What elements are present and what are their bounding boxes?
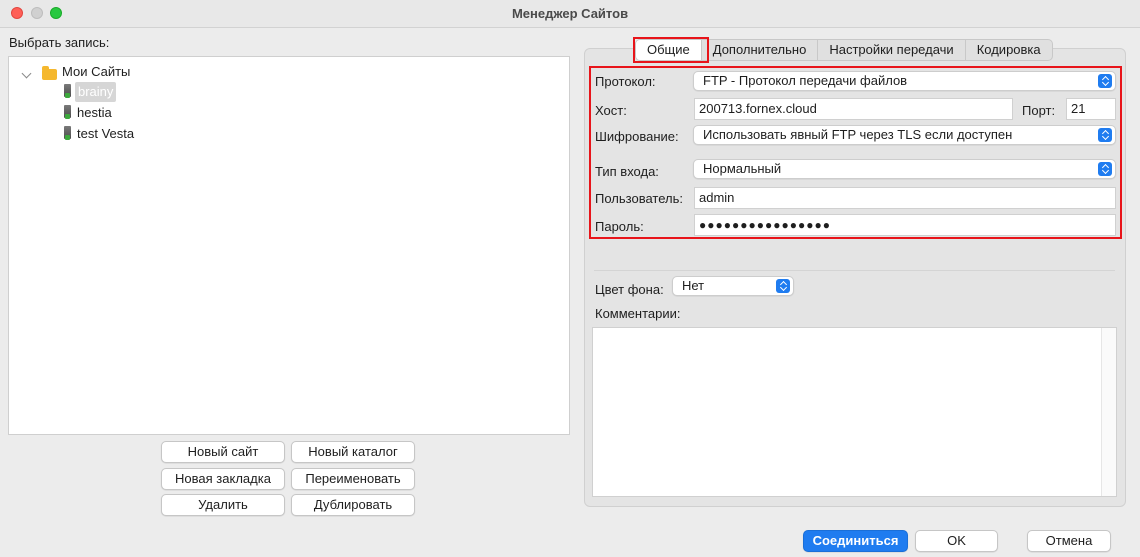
ok-button[interactable]: OK	[915, 530, 998, 552]
new-folder-button[interactable]: Новый каталог	[291, 441, 415, 463]
tree-item-label: hestia	[77, 105, 112, 120]
connect-button[interactable]: Соединиться	[803, 530, 908, 552]
minimize-window-button[interactable]	[31, 7, 43, 19]
tree-root-my-sites[interactable]: Мои Сайты	[9, 62, 569, 82]
server-icon	[64, 84, 71, 98]
divider	[594, 270, 1115, 271]
tree-item-label: test Vesta	[77, 126, 135, 141]
window-title: Менеджер Сайтов	[511, 6, 629, 21]
select-entry-label: Выбрать запись:	[9, 35, 110, 50]
comments-textarea[interactable]	[592, 327, 1117, 497]
server-icon	[64, 105, 71, 119]
tab-advanced[interactable]: Дополнительно	[702, 40, 819, 60]
background-color-label: Цвет фона:	[595, 282, 664, 297]
zoom-window-button[interactable]	[50, 7, 62, 19]
window-titlebar: Менеджер Сайтов	[0, 0, 1140, 28]
tree-item-test-vesta[interactable]: test Vesta	[9, 124, 569, 144]
chevron-down-icon[interactable]	[21, 68, 32, 79]
folder-icon	[42, 66, 57, 80]
server-icon	[64, 126, 71, 140]
tree-root-label: Мои Сайты	[62, 64, 131, 79]
highlight-box-tab	[633, 37, 709, 63]
tab-charset[interactable]: Кодировка	[966, 40, 1052, 60]
duplicate-button[interactable]: Дублировать	[291, 494, 415, 516]
background-color-value: Нет	[682, 278, 705, 293]
rename-button[interactable]: Переименовать	[291, 468, 415, 490]
highlight-box-form	[589, 66, 1122, 239]
comments-label: Комментарии:	[595, 306, 681, 321]
new-bookmark-button[interactable]: Новая закладка	[161, 468, 285, 490]
cancel-button[interactable]: Отмена	[1027, 530, 1111, 552]
scrollbar[interactable]	[1101, 328, 1116, 496]
close-window-button[interactable]	[11, 7, 23, 19]
tree-item-hestia[interactable]: hestia	[9, 103, 569, 123]
new-site-button[interactable]: Новый сайт	[161, 441, 285, 463]
tree-item-brainy[interactable]: brainy	[9, 82, 569, 102]
site-tree[interactable]: Мои Сайты brainy hestia test Vesta	[8, 56, 570, 435]
tree-item-label: brainy	[75, 82, 117, 102]
background-color-select[interactable]: Нет	[672, 276, 794, 296]
delete-button[interactable]: Удалить	[161, 494, 285, 516]
tab-transfer-settings[interactable]: Настройки передачи	[818, 40, 966, 60]
chevron-up-down-icon	[776, 279, 790, 293]
